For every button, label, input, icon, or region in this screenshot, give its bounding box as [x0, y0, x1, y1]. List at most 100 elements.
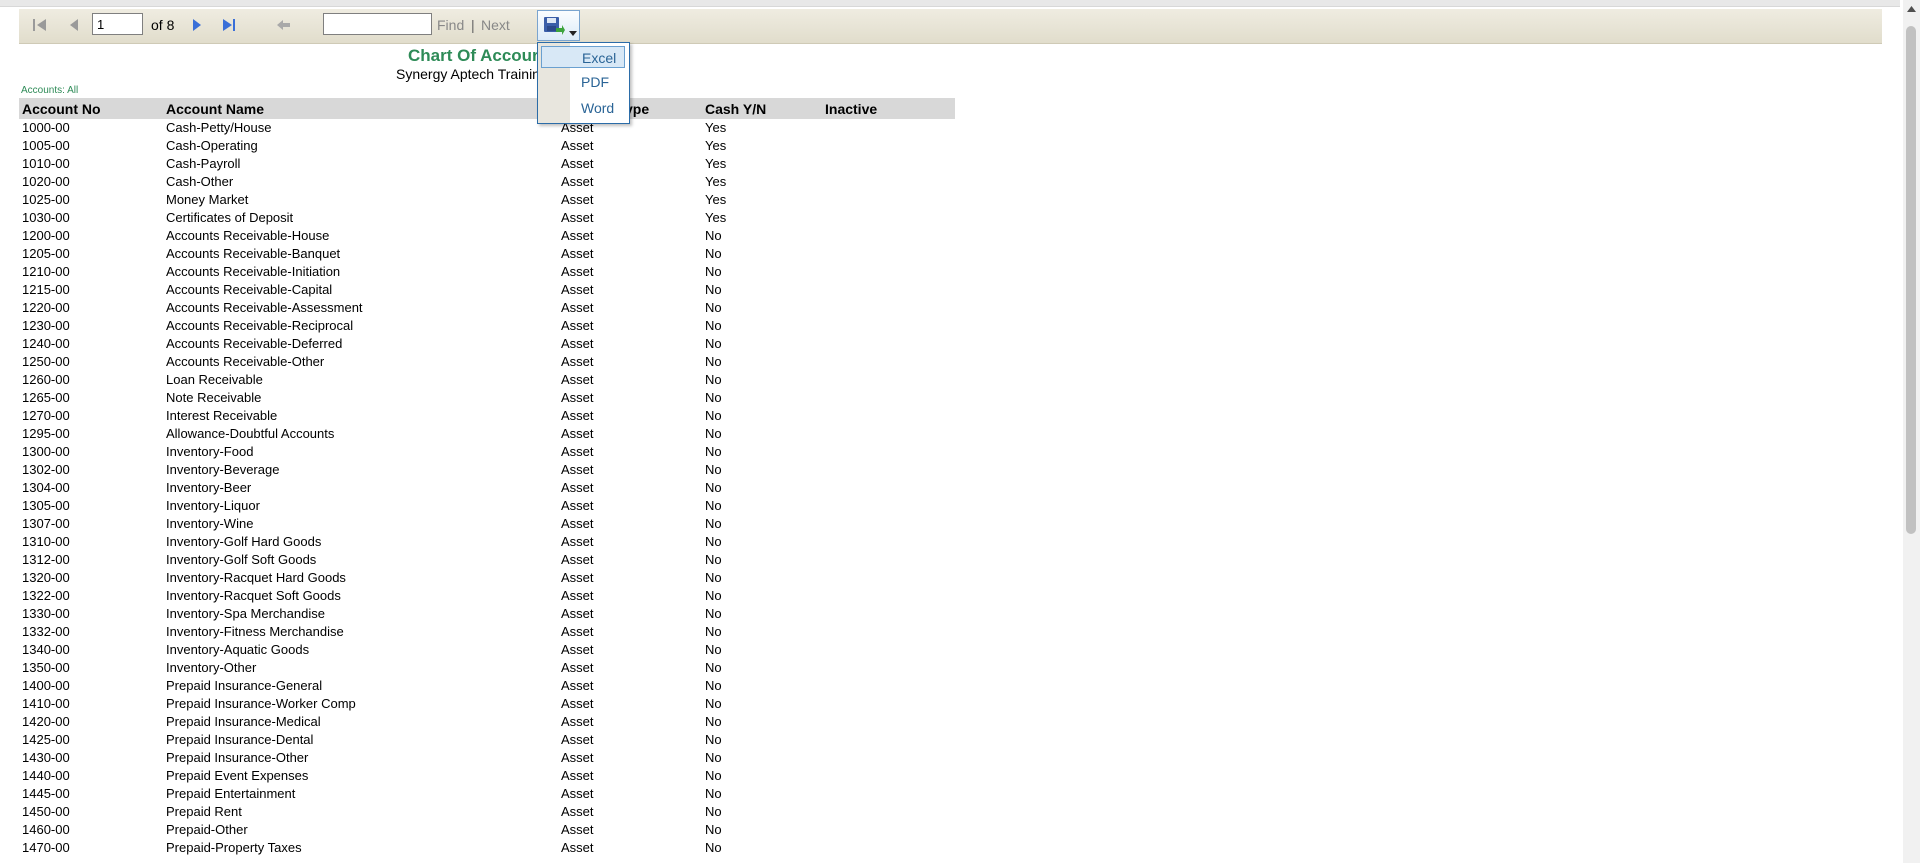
export-dropdown-button[interactable]: [537, 10, 580, 41]
account-number-cell: 1005-00: [22, 138, 70, 153]
scroll-up-icon[interactable]: [1903, 0, 1920, 17]
account-number-cell: 1240-00: [22, 336, 70, 351]
table-row: 1205-00 Accounts Receivable-Banquet Asset N…: [0, 245, 960, 263]
cash-flag-cell: Yes: [705, 174, 727, 189]
account-type-cell: Asset: [561, 714, 594, 729]
account-name-cell: Inventory-Wine: [166, 516, 254, 531]
previous-page-icon[interactable]: [64, 15, 84, 35]
table-row: 1307-00 Inventory-Wine Asset No: [0, 515, 960, 533]
table-row: 1340-00 Inventory-Aquatic Goods Asset No: [0, 641, 960, 659]
account-number-cell: 1265-00: [22, 390, 70, 405]
account-number-cell: 1400-00: [22, 678, 70, 693]
account-number-cell: 1470-00: [22, 840, 70, 855]
cash-flag-cell: No: [705, 264, 722, 279]
account-name-cell: Accounts Receivable-Deferred: [166, 336, 343, 351]
account-name-cell: Prepaid Insurance-Other: [166, 750, 309, 765]
table-row: 1230-00 Accounts Receivable-Reciprocal Ass…: [0, 317, 960, 335]
vertical-scrollbar[interactable]: [1903, 0, 1920, 863]
page-number-input[interactable]: [92, 13, 143, 35]
export-pdf-option[interactable]: PDF: [541, 71, 625, 93]
next-page-icon[interactable]: [187, 15, 207, 35]
account-number-cell: 1312-00: [22, 552, 70, 567]
export-word-option[interactable]: Word: [541, 97, 625, 119]
account-number-cell: 1305-00: [22, 498, 70, 513]
table-row: 1305-00 Inventory-Liquor Asset No: [0, 497, 960, 515]
find-text-input[interactable]: [323, 13, 432, 35]
account-type-cell: Asset: [561, 534, 594, 549]
table-row: 1440-00 Prepaid Event Expenses Asset No: [0, 767, 960, 785]
cash-flag-cell: No: [705, 786, 722, 801]
cash-flag-cell: No: [705, 444, 722, 459]
account-type-cell: Asset: [561, 678, 594, 693]
table-row: 1005-00 Cash-Operating Asset Yes: [0, 137, 960, 155]
table-row: 1210-00 Accounts Receivable-Initiation Ass…: [0, 263, 960, 281]
account-number-cell: 1322-00: [22, 588, 70, 603]
cash-flag-cell: No: [705, 804, 722, 819]
account-number-cell: 1307-00: [22, 516, 70, 531]
cash-flag-cell: No: [705, 354, 722, 369]
table-row: 1400-00 Prepaid Insurance-General Asset No: [0, 677, 960, 695]
account-name-cell: Accounts Receivable-Initiation: [166, 264, 341, 279]
cash-flag-cell: No: [705, 336, 722, 351]
chevron-down-icon: [569, 23, 577, 41]
account-name-cell: Inventory-Racquet Hard Goods: [166, 570, 346, 585]
account-name-cell: Accounts Receivable-Assessment: [166, 300, 363, 315]
cash-flag-cell: No: [705, 318, 722, 333]
account-type-cell: Asset: [561, 210, 594, 225]
account-name-cell: Inventory-Food: [166, 444, 254, 459]
last-page-icon[interactable]: [219, 15, 239, 35]
account-type-cell: Asset: [561, 660, 594, 675]
account-name-cell: Money Market: [166, 192, 249, 207]
browser-top-edge: [0, 0, 1900, 7]
account-number-cell: 1230-00: [22, 318, 70, 333]
cash-flag-cell: No: [705, 696, 722, 711]
find-next-link[interactable]: Next: [481, 17, 510, 33]
cash-flag-cell: No: [705, 840, 722, 855]
account-name-cell: Inventory-Spa Merchandise: [166, 606, 325, 621]
cash-flag-cell: No: [705, 714, 722, 729]
page-count-label: of 8: [151, 17, 175, 33]
table-row: 1010-00 Cash-Payroll Asset Yes: [0, 155, 960, 173]
account-name-cell: Accounts Receivable-Other: [166, 354, 325, 369]
table-row: 1350-00 Inventory-Other Asset No: [0, 659, 960, 677]
account-number-cell: 1215-00: [22, 282, 70, 297]
table-row: 1470-00 Prepaid-Property Taxes Asset No: [0, 839, 960, 857]
account-type-cell: Asset: [561, 174, 594, 189]
account-type-cell: Asset: [561, 264, 594, 279]
first-page-icon[interactable]: [30, 15, 50, 35]
cash-flag-cell: Yes: [705, 138, 727, 153]
account-name-cell: Inventory-Other: [166, 660, 257, 675]
account-name-cell: Certificates of Deposit: [166, 210, 294, 225]
account-number-cell: 1430-00: [22, 750, 70, 765]
account-type-cell: Asset: [561, 768, 594, 783]
scrollbar-thumb[interactable]: [1906, 26, 1916, 534]
cash-flag-cell: No: [705, 624, 722, 639]
table-row: 1250-00 Accounts Receivable-Other Asset No: [0, 353, 960, 371]
back-to-parent-icon[interactable]: [274, 15, 294, 35]
cash-flag-cell: No: [705, 480, 722, 495]
accounts-filter-label: Accounts: All: [21, 85, 79, 96]
account-number-cell: 1030-00: [22, 210, 70, 225]
account-number-cell: 1200-00: [22, 228, 70, 243]
export-excel-option[interactable]: Excel: [541, 46, 625, 68]
cash-flag-cell: No: [705, 462, 722, 477]
find-link[interactable]: Find: [437, 17, 464, 33]
cash-flag-cell: Yes: [705, 192, 727, 207]
account-type-cell: Asset: [561, 408, 594, 423]
table-row: 1240-00 Accounts Receivable-Deferred Asset…: [0, 335, 960, 353]
account-name-cell: Prepaid Event Expenses: [166, 768, 309, 783]
account-type-cell: Asset: [561, 426, 594, 441]
account-name-cell: Inventory-Fitness Merchandise: [166, 624, 344, 639]
table-row: 1265-00 Note Receivable Asset No: [0, 389, 960, 407]
cash-flag-cell: No: [705, 606, 722, 621]
account-name-cell: Cash-Other: [166, 174, 234, 189]
account-number-cell: 1340-00: [22, 642, 70, 657]
report-subtitle: Synergy Aptech Training: [396, 66, 548, 82]
account-name-cell: Cash-Operating: [166, 138, 258, 153]
account-name-cell: Inventory-Beer: [166, 480, 252, 495]
account-rows: 1000-00 Cash-Petty/House Asset Yes 1005-00 Ca…: [0, 119, 960, 857]
account-number-cell: 1260-00: [22, 372, 70, 387]
account-type-cell: Asset: [561, 372, 594, 387]
account-name-cell: Accounts Receivable-House: [166, 228, 330, 243]
account-number-cell: 1025-00: [22, 192, 70, 207]
